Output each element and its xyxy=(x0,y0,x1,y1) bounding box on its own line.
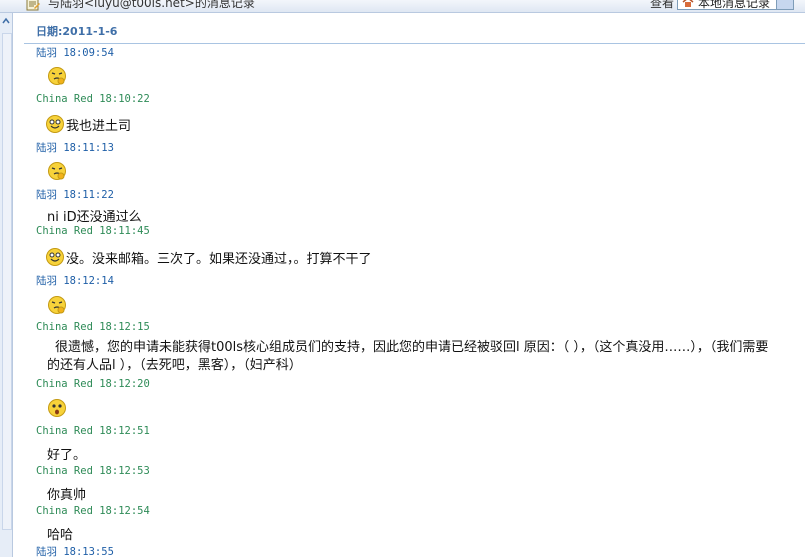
message-log: 日期:2011-1-6 陆羽 18:09:54 China Red 18:10:… xyxy=(24,13,805,558)
message-time: 18:11:45 xyxy=(99,225,150,237)
message-header: China Red 18:10:22 xyxy=(36,93,150,105)
message-time: 18:11:22 xyxy=(63,189,114,201)
thinking-face-emoji xyxy=(48,162,66,180)
message-source-select-value: 本地消息记录 xyxy=(698,0,771,10)
sender-name: 陆羽 xyxy=(36,275,57,287)
sender-name: China Red xyxy=(36,505,93,517)
message-header: China Red 18:12:51 xyxy=(36,425,150,437)
window-title: 与陆羽<luyu@t00ls.net>的消息记录 xyxy=(48,0,255,10)
sender-name: China Red xyxy=(36,425,93,437)
thinking-face-emoji xyxy=(48,296,66,314)
view-label: 查看 xyxy=(650,0,675,10)
sender-name: China Red xyxy=(36,321,93,333)
chevron-down-icon[interactable] xyxy=(776,0,793,9)
message-time: 18:10:22 xyxy=(99,93,150,105)
message-header: China Red 18:12:53 xyxy=(36,465,150,477)
message-time: 18:12:53 xyxy=(99,465,150,477)
message-text: 哈哈 xyxy=(47,528,74,543)
thinking-face-emoji xyxy=(48,67,66,85)
message-text-content: 没。没来邮箱。三次了。如果还没通过，。打算不干了 xyxy=(66,252,372,267)
message-text: 你真帅 xyxy=(47,488,87,503)
message-time: 18:12:54 xyxy=(99,505,150,517)
message-text-content: 我也进土司 xyxy=(66,119,132,134)
left-panel-scrollbar[interactable] xyxy=(0,13,13,557)
surprised-face-emoji xyxy=(48,399,66,417)
message-header: 陆羽 18:11:22 xyxy=(36,187,114,202)
window-titlebar: 与陆羽<luyu@t00ls.net>的消息记录 查看 本地消息记录 xyxy=(0,0,805,13)
message-text: 没。没来邮箱。三次了。如果还没通过，。打算不干了 xyxy=(45,247,372,267)
smile-face-emoji xyxy=(46,248,64,266)
message-header: 陆羽 18:12:14 xyxy=(36,273,114,288)
date-label: 日期:2011-1-6 xyxy=(36,25,118,38)
sender-name: China Red xyxy=(36,93,93,105)
message-header: China Red 18:11:45 xyxy=(36,225,150,237)
scrollbar-track[interactable] xyxy=(2,33,12,530)
message-time: 18:12:15 xyxy=(99,321,150,333)
message-header: 陆羽 18:11:13 xyxy=(36,140,114,155)
sender-name: 陆羽 xyxy=(36,546,57,558)
message-time: 18:09:54 xyxy=(63,47,114,59)
sender-name: 陆羽 xyxy=(36,142,57,154)
message-time: 18:11:13 xyxy=(63,142,114,154)
smile-face-emoji xyxy=(46,115,64,133)
sender-name: 陆羽 xyxy=(36,47,57,59)
chat-log-icon xyxy=(26,0,40,11)
message-header: China Red 18:12:54 xyxy=(36,505,150,517)
house-icon xyxy=(682,0,694,7)
chevron-up-icon[interactable] xyxy=(1,15,11,27)
message-time: 18:13:55 xyxy=(63,546,114,558)
message-header: China Red 18:12:15 xyxy=(36,321,150,333)
message-time: 18:12:20 xyxy=(99,378,150,390)
sender-name: China Red xyxy=(36,378,93,390)
sender-name: 陆羽 xyxy=(36,189,57,201)
message-source-select[interactable]: 本地消息记录 xyxy=(677,0,794,10)
message-text: ni iD还没通过么 xyxy=(47,210,142,225)
message-header: China Red 18:12:20 xyxy=(36,378,150,390)
message-text: 我也进土司 xyxy=(45,114,131,134)
date-header: 日期:2011-1-6 xyxy=(24,13,805,44)
sender-name: China Red xyxy=(36,465,93,477)
message-text: 好了。 xyxy=(47,448,87,463)
message-text: 很遗憾，您的申请未能获得t00ls核心组成员们的支持，因此您的申请已经被驳回l … xyxy=(47,340,769,373)
message-header: 陆羽 18:09:54 xyxy=(36,45,114,60)
message-time: 18:12:14 xyxy=(63,275,114,287)
message-time: 18:12:51 xyxy=(99,425,150,437)
sender-name: China Red xyxy=(36,225,93,237)
